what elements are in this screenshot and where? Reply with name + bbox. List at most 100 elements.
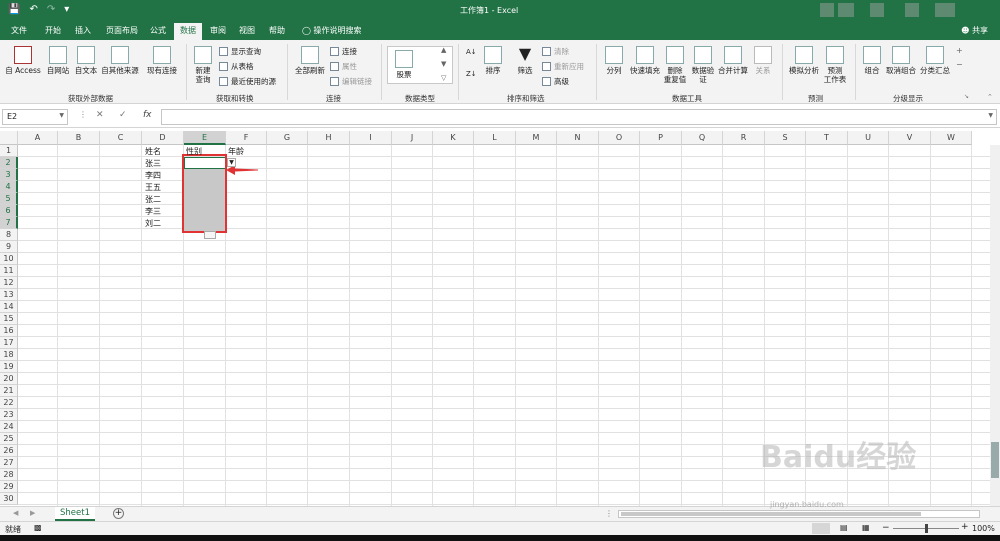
- column-header-a[interactable]: A: [18, 131, 58, 145]
- split-handle-icon[interactable]: ⋮: [605, 509, 613, 518]
- gallery-up-icon[interactable]: ▲: [441, 46, 446, 54]
- column-header-j[interactable]: J: [392, 131, 433, 145]
- row-header-4[interactable]: 4: [0, 181, 18, 193]
- row-header-5[interactable]: 5: [0, 193, 18, 205]
- sort-button[interactable]: 排序: [481, 46, 505, 75]
- column-header-p[interactable]: P: [640, 131, 682, 145]
- row-header-22[interactable]: 22: [0, 397, 18, 409]
- forecast-sheet-button[interactable]: 预测 工作表: [821, 46, 849, 84]
- expand-formula-bar-icon[interactable]: ▼: [988, 112, 993, 119]
- row-header-26[interactable]: 26: [0, 445, 18, 457]
- column-header-w[interactable]: W: [931, 131, 972, 145]
- existing-connections-button[interactable]: 现有连接: [144, 46, 180, 75]
- cell-d6[interactable]: 李三: [145, 206, 161, 217]
- from-web-button[interactable]: 自网站: [44, 46, 72, 75]
- row-header-24[interactable]: 24: [0, 421, 18, 433]
- select-all-corner[interactable]: [0, 131, 18, 145]
- redo-icon[interactable]: ↷: [47, 4, 55, 15]
- row-header-28[interactable]: 28: [0, 469, 18, 481]
- paste-options-icon[interactable]: [204, 231, 216, 239]
- column-header-b[interactable]: B: [58, 131, 100, 145]
- cell-f1[interactable]: 年龄: [228, 146, 244, 157]
- dialog-launcher-icon[interactable]: ↘: [964, 93, 969, 100]
- column-header-e[interactable]: E: [184, 131, 226, 145]
- from-access-button[interactable]: 自 Access: [5, 46, 41, 75]
- advanced-filter-button[interactable]: 高级: [542, 76, 569, 87]
- row-header-1[interactable]: 1: [0, 145, 18, 157]
- share-button[interactable]: ☻ 共享: [961, 25, 988, 36]
- horizontal-scroll-thumb[interactable]: [621, 512, 921, 516]
- data-validation-button[interactable]: 数据验 证: [689, 46, 717, 84]
- tab-help[interactable]: 帮助: [269, 25, 285, 36]
- row-header-13[interactable]: 13: [0, 289, 18, 301]
- row-header-2[interactable]: 2: [0, 157, 18, 169]
- page-layout-view-icon[interactable]: ▤: [840, 523, 848, 532]
- column-header-n[interactable]: N: [557, 131, 599, 145]
- column-header-h[interactable]: H: [308, 131, 350, 145]
- what-if-analysis-button[interactable]: 模拟分析: [787, 46, 821, 75]
- column-header-c[interactable]: C: [100, 131, 142, 145]
- column-header-i[interactable]: I: [350, 131, 392, 145]
- zoom-level[interactable]: 100%: [972, 524, 995, 533]
- column-header-d[interactable]: D: [142, 131, 184, 145]
- row-header-18[interactable]: 18: [0, 349, 18, 361]
- column-header-r[interactable]: R: [723, 131, 765, 145]
- row-header-7[interactable]: 7: [0, 217, 18, 229]
- row-header-23[interactable]: 23: [0, 409, 18, 421]
- edit-links-button[interactable]: 编辑链接: [330, 76, 372, 87]
- remove-duplicates-button[interactable]: 删除 重复值: [662, 46, 688, 84]
- tell-me-search[interactable]: ◯ 操作说明搜索: [302, 25, 362, 36]
- row-header-25[interactable]: 25: [0, 433, 18, 445]
- horizontal-scrollbar[interactable]: [618, 510, 980, 518]
- cell-d3[interactable]: 李四: [145, 170, 161, 181]
- tab-page-layout[interactable]: 页面布局: [106, 25, 138, 36]
- row-header-15[interactable]: 15: [0, 313, 18, 325]
- relationships-button[interactable]: 关系: [751, 46, 775, 75]
- macro-record-icon[interactable]: ▩: [34, 523, 42, 532]
- connections-button[interactable]: 连接: [330, 46, 357, 57]
- column-header-v[interactable]: V: [889, 131, 931, 145]
- name-box-dropdown-icon[interactable]: ▼: [59, 112, 64, 119]
- row-header-11[interactable]: 11: [0, 265, 18, 277]
- save-icon[interactable]: 💾: [8, 4, 20, 15]
- scroll-right-icon[interactable]: ▶: [30, 509, 35, 517]
- from-other-sources-button[interactable]: 自其他来源: [100, 46, 140, 75]
- formula-input[interactable]: ▼: [161, 109, 997, 125]
- row-header-6[interactable]: 6: [0, 205, 18, 217]
- row-header-17[interactable]: 17: [0, 337, 18, 349]
- add-sheet-icon[interactable]: +: [113, 508, 124, 519]
- cell-d7[interactable]: 刘二: [145, 218, 161, 229]
- vertical-scrollbar[interactable]: [990, 145, 1000, 506]
- tab-formulas[interactable]: 公式: [150, 25, 166, 36]
- row-header-16[interactable]: 16: [0, 325, 18, 337]
- normal-view-icon[interactable]: [812, 523, 830, 534]
- row-header-3[interactable]: 3: [0, 169, 18, 181]
- customize-icon[interactable]: ▾: [64, 4, 69, 15]
- tab-data[interactable]: 数据: [174, 23, 202, 40]
- cell-e1[interactable]: 性别: [186, 146, 202, 157]
- hide-detail-icon[interactable]: −: [956, 60, 963, 69]
- zoom-slider-thumb[interactable]: [925, 524, 928, 533]
- column-header-g[interactable]: G: [267, 131, 308, 145]
- row-header-8[interactable]: 8: [0, 229, 18, 241]
- filter-button[interactable]: ▼ 筛选: [513, 46, 537, 76]
- row-header-14[interactable]: 14: [0, 301, 18, 313]
- collapse-ribbon-icon[interactable]: ⌃: [987, 93, 993, 101]
- tab-view[interactable]: 视图: [239, 25, 255, 36]
- cell-d5[interactable]: 张二: [145, 194, 161, 205]
- subtotal-button[interactable]: 分类汇总: [918, 46, 952, 75]
- row-header-30[interactable]: 30: [0, 493, 18, 505]
- tab-review[interactable]: 审阅: [210, 25, 226, 36]
- column-header-k[interactable]: K: [433, 131, 474, 145]
- row-header-9[interactable]: 9: [0, 241, 18, 253]
- row-header-20[interactable]: 20: [0, 373, 18, 385]
- page-break-view-icon[interactable]: ▦: [862, 523, 870, 532]
- row-header-27[interactable]: 27: [0, 457, 18, 469]
- tab-file[interactable]: 文件: [11, 25, 27, 36]
- gallery-down-icon[interactable]: ▼: [441, 60, 446, 68]
- column-header-s[interactable]: S: [765, 131, 806, 145]
- column-header-o[interactable]: O: [599, 131, 640, 145]
- column-header-f[interactable]: F: [226, 131, 267, 145]
- properties-button[interactable]: 属性: [330, 61, 357, 72]
- cancel-icon[interactable]: ✕: [96, 110, 104, 120]
